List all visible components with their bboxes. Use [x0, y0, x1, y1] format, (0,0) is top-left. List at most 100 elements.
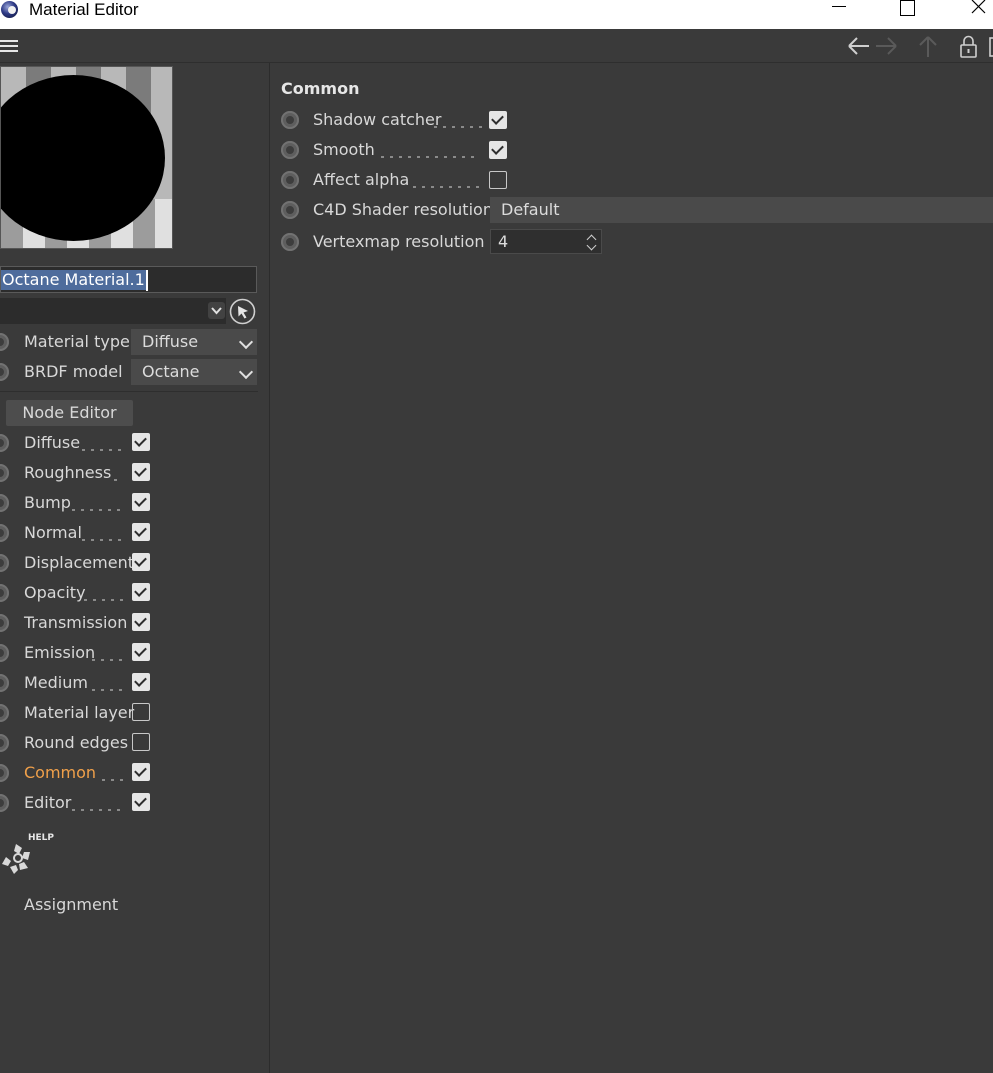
octane-help-logo[interactable]: HELP: [0, 830, 58, 882]
smooth-checkbox[interactable]: [489, 141, 507, 159]
animation-radio-icon[interactable]: [281, 171, 299, 189]
channel-checkbox-transmission[interactable]: [132, 613, 150, 631]
c4d-shader-resolution-label: C4D Shader resolution: [313, 200, 493, 219]
channel-label-diffuse: Diffuse: [24, 433, 81, 452]
channel-label-common: Common: [24, 763, 97, 782]
channel-label-medium: Medium: [24, 673, 88, 692]
animation-radio-icon[interactable]: [0, 554, 9, 572]
animation-radio-icon[interactable]: [0, 704, 9, 722]
hamburger-menu-icon[interactable]: [0, 39, 18, 53]
close-icon: [971, 0, 986, 14]
animation-radio-icon[interactable]: [281, 111, 299, 129]
smooth-row: Smooth: [281, 137, 521, 163]
channel-checkbox-roughness[interactable]: [132, 463, 150, 481]
animation-radio-icon[interactable]: [0, 674, 9, 692]
minimize-button[interactable]: [815, 0, 861, 22]
channel-row-diffuse[interactable]: Diffuse: [0, 430, 160, 456]
animation-radio-icon[interactable]: [281, 233, 299, 251]
animation-radio-icon[interactable]: [0, 584, 9, 602]
close-button[interactable]: [947, 0, 993, 22]
vertexmap-resolution-row: Vertexmap resolution: [281, 229, 485, 255]
material-type-row: Material type Diffuse: [0, 329, 258, 355]
channel-checkbox-diffuse[interactable]: [132, 433, 150, 451]
channel-checkbox-normal[interactable]: [132, 523, 150, 541]
c4d-shader-resolution-value: Default: [501, 200, 560, 219]
channel-row-opacity[interactable]: Opacity: [0, 580, 160, 606]
label-dots: [72, 509, 122, 511]
material-type-dropdown[interactable]: Diffuse: [131, 329, 257, 355]
animation-radio-icon[interactable]: [0, 494, 9, 512]
label-dots: [82, 449, 126, 451]
channel-checkbox-emission[interactable]: [132, 643, 150, 661]
label-dots: [413, 186, 479, 188]
animation-radio-icon[interactable]: [0, 734, 9, 752]
pick-object-icon[interactable]: [229, 298, 256, 325]
affect-alpha-row: Affect alpha: [281, 167, 521, 193]
material-type-value: Diffuse: [142, 332, 199, 351]
brdf-model-dropdown[interactable]: Octane: [131, 359, 257, 385]
channel-checkbox-displacement[interactable]: [132, 553, 150, 571]
animation-radio-icon[interactable]: [281, 201, 299, 219]
lock-icon[interactable]: [956, 33, 982, 59]
channel-checkbox-material-layer[interactable]: [132, 703, 150, 721]
channel-checkbox-opacity[interactable]: [132, 583, 150, 601]
spin-down-icon[interactable]: [586, 240, 597, 251]
animation-radio-icon[interactable]: [0, 764, 9, 782]
channel-row-material-layer[interactable]: Material layer: [0, 700, 160, 726]
channel-checkbox-editor[interactable]: [132, 793, 150, 811]
channel-row-roughness[interactable]: Roughness: [0, 460, 160, 486]
affect-alpha-label: Affect alpha: [313, 170, 410, 189]
up-arrow-icon[interactable]: [915, 33, 941, 59]
label-dots: [381, 156, 476, 158]
node-editor-button[interactable]: Node Editor: [6, 400, 133, 426]
title-bar: Material Editor: [0, 0, 993, 29]
channel-checkbox-round-edges[interactable]: [132, 733, 150, 751]
channel-label-roughness: Roughness: [24, 463, 112, 482]
shadow-catcher-checkbox[interactable]: [489, 111, 507, 129]
affect-alpha-checkbox[interactable]: [489, 171, 507, 189]
forward-arrow-icon[interactable]: [874, 33, 900, 59]
vertexmap-resolution-label: Vertexmap resolution: [313, 232, 485, 251]
label-dots: [82, 539, 124, 541]
channel-row-editor[interactable]: Editor: [0, 790, 160, 816]
chevron-down-icon[interactable]: [208, 302, 225, 319]
material-link-combo[interactable]: [0, 298, 226, 324]
maximize-button[interactable]: [884, 0, 930, 22]
divider: [0, 391, 258, 392]
animation-radio-icon[interactable]: [0, 794, 9, 812]
channel-label-emission: Emission: [24, 643, 96, 662]
channel-row-bump[interactable]: Bump: [0, 490, 160, 516]
vertexmap-resolution-input[interactable]: 4: [490, 229, 602, 254]
animation-radio-icon[interactable]: [0, 524, 9, 542]
material-name-input[interactable]: Octane Material.1: [0, 266, 257, 293]
channel-checkbox-medium[interactable]: [132, 673, 150, 691]
channel-row-transmission[interactable]: Transmission: [0, 610, 160, 636]
new-window-icon[interactable]: [984, 33, 993, 59]
section-title-common: Common: [281, 79, 360, 98]
animation-radio-icon[interactable]: [0, 333, 9, 351]
assignment-tab[interactable]: Assignment: [24, 895, 118, 914]
channel-label-round-edges: Round edges: [24, 733, 129, 752]
material-preview[interactable]: [0, 66, 173, 249]
channel-checkbox-bump[interactable]: [132, 493, 150, 511]
animation-radio-icon[interactable]: [0, 644, 9, 662]
channel-row-round-edges[interactable]: Round edges: [0, 730, 160, 756]
channel-row-medium[interactable]: Medium: [0, 670, 160, 696]
c4d-shader-resolution-dropdown[interactable]: Default: [490, 197, 993, 223]
label-dots: [434, 126, 482, 128]
animation-radio-icon[interactable]: [281, 141, 299, 159]
vertexmap-resolution-value: 4: [498, 232, 509, 251]
label-dots: [102, 779, 124, 781]
channel-row-displacement[interactable]: Displacement: [0, 550, 160, 576]
animation-radio-icon[interactable]: [0, 614, 9, 632]
channel-label-transmission: Transmission: [24, 613, 128, 632]
channel-row-common[interactable]: Common: [0, 760, 160, 786]
channel-row-normal[interactable]: Normal: [0, 520, 160, 546]
channel-row-emission[interactable]: Emission: [0, 640, 160, 666]
animation-radio-icon[interactable]: [0, 434, 9, 452]
channel-checkbox-common[interactable]: [132, 763, 150, 781]
text-caret: [146, 270, 148, 291]
animation-radio-icon[interactable]: [0, 363, 9, 381]
animation-radio-icon[interactable]: [0, 464, 9, 482]
back-arrow-icon[interactable]: [845, 33, 871, 59]
